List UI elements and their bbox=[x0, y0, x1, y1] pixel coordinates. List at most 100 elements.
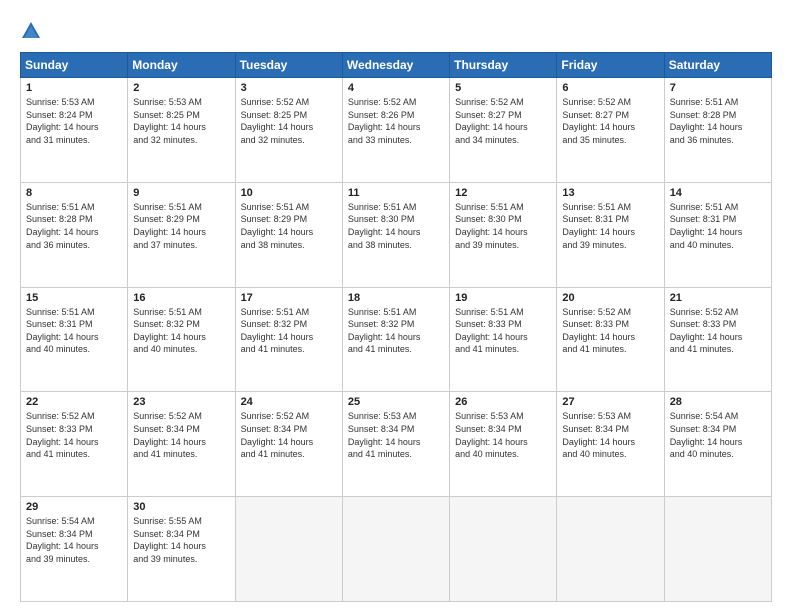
day-number: 28 bbox=[670, 396, 766, 408]
day-info: Sunrise: 5:52 AMSunset: 8:26 PMDaylight:… bbox=[348, 97, 421, 145]
day-number: 24 bbox=[241, 396, 337, 408]
calendar-cell bbox=[342, 497, 449, 602]
day-number: 26 bbox=[455, 396, 551, 408]
day-number: 13 bbox=[562, 187, 658, 199]
logo-icon bbox=[20, 20, 42, 42]
header bbox=[20, 18, 772, 42]
calendar-cell: 14 Sunrise: 5:51 AMSunset: 8:31 PMDayligh… bbox=[664, 182, 771, 287]
calendar-row: 22 Sunrise: 5:52 AMSunset: 8:33 PMDayligh… bbox=[21, 392, 772, 497]
day-info: Sunrise: 5:53 AMSunset: 8:25 PMDaylight:… bbox=[133, 97, 206, 145]
weekday-header-thursday: Thursday bbox=[450, 53, 557, 78]
calendar-row: 29 Sunrise: 5:54 AMSunset: 8:34 PMDayligh… bbox=[21, 497, 772, 602]
calendar-table: SundayMondayTuesdayWednesdayThursdayFrid… bbox=[20, 52, 772, 602]
day-number: 14 bbox=[670, 187, 766, 199]
weekday-header-friday: Friday bbox=[557, 53, 664, 78]
day-info: Sunrise: 5:51 AMSunset: 8:32 PMDaylight:… bbox=[348, 307, 421, 355]
day-number: 29 bbox=[26, 501, 122, 513]
day-number: 9 bbox=[133, 187, 229, 199]
calendar-cell bbox=[450, 497, 557, 602]
day-info: Sunrise: 5:54 AMSunset: 8:34 PMDaylight:… bbox=[26, 516, 99, 564]
day-number: 21 bbox=[670, 292, 766, 304]
day-info: Sunrise: 5:51 AMSunset: 8:29 PMDaylight:… bbox=[241, 202, 314, 250]
calendar-cell: 27Sunrise: 5:53 AMSunset: 8:34 PMDayligh… bbox=[557, 392, 664, 497]
day-info: Sunrise: 5:54 AMSunset: 8:34 PMDaylight:… bbox=[670, 411, 743, 459]
day-number: 18 bbox=[348, 292, 444, 304]
weekday-header-monday: Monday bbox=[128, 53, 235, 78]
calendar-cell: 15 Sunrise: 5:51 AMSunset: 8:31 PMDayligh… bbox=[21, 287, 128, 392]
day-info: Sunrise: 5:51 AMSunset: 8:31 PMDaylight:… bbox=[670, 202, 743, 250]
calendar-cell: 26 Sunrise: 5:53 AMSunset: 8:34 PMDayligh… bbox=[450, 392, 557, 497]
day-number: 4 bbox=[348, 82, 444, 94]
calendar-cell bbox=[235, 497, 342, 602]
calendar-cell: 3 Sunrise: 5:52 AMSunset: 8:25 PMDaylight… bbox=[235, 78, 342, 183]
day-number: 2 bbox=[133, 82, 229, 94]
day-info: Sunrise: 5:51 AMSunset: 8:28 PMDaylight:… bbox=[670, 97, 743, 145]
day-info: Sunrise: 5:51 AMSunset: 8:30 PMDaylight:… bbox=[455, 202, 528, 250]
day-info: Sunrise: 5:51 AMSunset: 8:30 PMDaylight:… bbox=[348, 202, 421, 250]
calendar-cell: 4 Sunrise: 5:52 AMSunset: 8:26 PMDaylight… bbox=[342, 78, 449, 183]
calendar-cell: 19 Sunrise: 5:51 AMSunset: 8:33 PMDayligh… bbox=[450, 287, 557, 392]
calendar-cell: 5 Sunrise: 5:52 AMSunset: 8:27 PMDaylight… bbox=[450, 78, 557, 183]
day-info: Sunrise: 5:51 AMSunset: 8:32 PMDaylight:… bbox=[133, 307, 206, 355]
day-number: 17 bbox=[241, 292, 337, 304]
day-number: 15 bbox=[26, 292, 122, 304]
day-info: Sunrise: 5:51 AMSunset: 8:29 PMDaylight:… bbox=[133, 202, 206, 250]
page: SundayMondayTuesdayWednesdayThursdayFrid… bbox=[0, 0, 792, 612]
calendar-cell: 6Sunrise: 5:52 AMSunset: 8:27 PMDaylight… bbox=[557, 78, 664, 183]
day-number: 3 bbox=[241, 82, 337, 94]
calendar-cell bbox=[557, 497, 664, 602]
day-number: 10 bbox=[241, 187, 337, 199]
calendar-cell: 23 Sunrise: 5:52 AMSunset: 8:34 PMDayligh… bbox=[128, 392, 235, 497]
day-number: 8 bbox=[26, 187, 122, 199]
calendar-cell: 2 Sunrise: 5:53 AMSunset: 8:25 PMDaylight… bbox=[128, 78, 235, 183]
day-number: 11 bbox=[348, 187, 444, 199]
calendar-cell: 24Sunrise: 5:52 AMSunset: 8:34 PMDayligh… bbox=[235, 392, 342, 497]
day-info: Sunrise: 5:51 AMSunset: 8:33 PMDaylight:… bbox=[455, 307, 528, 355]
calendar-cell: 20 Sunrise: 5:52 AMSunset: 8:33 PMDayligh… bbox=[557, 287, 664, 392]
day-info: Sunrise: 5:51 AMSunset: 8:31 PMDaylight:… bbox=[562, 202, 635, 250]
day-info: Sunrise: 5:51 AMSunset: 8:32 PMDaylight:… bbox=[241, 307, 314, 355]
day-number: 5 bbox=[455, 82, 551, 94]
calendar-cell: 16 Sunrise: 5:51 AMSunset: 8:32 PMDayligh… bbox=[128, 287, 235, 392]
calendar-cell: 10 Sunrise: 5:51 AMSunset: 8:29 PMDayligh… bbox=[235, 182, 342, 287]
day-info: Sunrise: 5:52 AMSunset: 8:33 PMDaylight:… bbox=[26, 411, 99, 459]
calendar-cell: 30 Sunrise: 5:55 AMSunset: 8:34 PMDayligh… bbox=[128, 497, 235, 602]
day-info: Sunrise: 5:52 AMSunset: 8:34 PMDaylight:… bbox=[133, 411, 206, 459]
day-number: 23 bbox=[133, 396, 229, 408]
weekday-header-tuesday: Tuesday bbox=[235, 53, 342, 78]
day-number: 20 bbox=[562, 292, 658, 304]
calendar-cell: 12Sunrise: 5:51 AMSunset: 8:30 PMDayligh… bbox=[450, 182, 557, 287]
day-info: Sunrise: 5:51 AMSunset: 8:31 PMDaylight:… bbox=[26, 307, 99, 355]
weekday-header-sunday: Sunday bbox=[21, 53, 128, 78]
weekday-header-row: SundayMondayTuesdayWednesdayThursdayFrid… bbox=[21, 53, 772, 78]
calendar-cell: 8Sunrise: 5:51 AMSunset: 8:28 PMDaylight… bbox=[21, 182, 128, 287]
day-info: Sunrise: 5:52 AMSunset: 8:33 PMDaylight:… bbox=[670, 307, 743, 355]
day-info: Sunrise: 5:53 AMSunset: 8:34 PMDaylight:… bbox=[348, 411, 421, 459]
weekday-header-wednesday: Wednesday bbox=[342, 53, 449, 78]
day-number: 6 bbox=[562, 82, 658, 94]
day-info: Sunrise: 5:52 AMSunset: 8:25 PMDaylight:… bbox=[241, 97, 314, 145]
day-number: 25 bbox=[348, 396, 444, 408]
calendar-cell: 28 Sunrise: 5:54 AMSunset: 8:34 PMDayligh… bbox=[664, 392, 771, 497]
calendar-row: 8Sunrise: 5:51 AMSunset: 8:28 PMDaylight… bbox=[21, 182, 772, 287]
calendar-cell: 11 Sunrise: 5:51 AMSunset: 8:30 PMDayligh… bbox=[342, 182, 449, 287]
day-number: 30 bbox=[133, 501, 229, 513]
calendar-cell bbox=[664, 497, 771, 602]
day-info: Sunrise: 5:52 AMSunset: 8:27 PMDaylight:… bbox=[455, 97, 528, 145]
day-number: 19 bbox=[455, 292, 551, 304]
day-number: 1 bbox=[26, 82, 122, 94]
calendar-cell: 7Sunrise: 5:51 AMSunset: 8:28 PMDaylight… bbox=[664, 78, 771, 183]
calendar-row: 1Sunrise: 5:53 AMSunset: 8:24 PMDaylight… bbox=[21, 78, 772, 183]
day-number: 16 bbox=[133, 292, 229, 304]
weekday-header-saturday: Saturday bbox=[664, 53, 771, 78]
logo bbox=[20, 18, 46, 42]
calendar-cell: 13 Sunrise: 5:51 AMSunset: 8:31 PMDayligh… bbox=[557, 182, 664, 287]
calendar-cell: 29 Sunrise: 5:54 AMSunset: 8:34 PMDayligh… bbox=[21, 497, 128, 602]
calendar-cell: 1Sunrise: 5:53 AMSunset: 8:24 PMDaylight… bbox=[21, 78, 128, 183]
calendar-cell: 25 Sunrise: 5:53 AMSunset: 8:34 PMDayligh… bbox=[342, 392, 449, 497]
day-number: 22 bbox=[26, 396, 122, 408]
day-info: Sunrise: 5:52 AMSunset: 8:33 PMDaylight:… bbox=[562, 307, 635, 355]
day-info: Sunrise: 5:55 AMSunset: 8:34 PMDaylight:… bbox=[133, 516, 206, 564]
calendar-row: 15 Sunrise: 5:51 AMSunset: 8:31 PMDayligh… bbox=[21, 287, 772, 392]
day-info: Sunrise: 5:53 AMSunset: 8:34 PMDaylight:… bbox=[455, 411, 528, 459]
